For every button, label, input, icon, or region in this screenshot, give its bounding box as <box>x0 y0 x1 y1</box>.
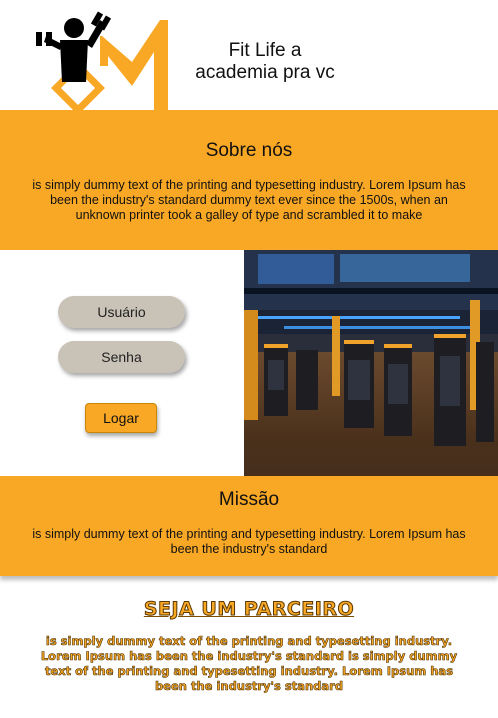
partner-title[interactable]: SEJA UM PARCEIRO <box>0 598 498 621</box>
brand-name: Fit Life a academia pra vc <box>180 40 350 84</box>
about-section: Sobre nós is simply dummy text of the pr… <box>0 110 498 250</box>
mission-title: Missão <box>218 489 280 510</box>
login-gallery-section: Usuário Senha Logar <box>0 250 498 476</box>
mission-text: is simply dummy text of the printing and… <box>32 527 466 556</box>
about-title: Sobre nós <box>205 140 293 161</box>
gym-photo <box>244 250 498 476</box>
about-text: is simply dummy text of the printing and… <box>32 178 466 222</box>
partner-section: SEJA UM PARCEIRO is simply dummy text of… <box>0 590 498 718</box>
site-header: Fit Life a academia pra vc <box>0 0 498 110</box>
username-field[interactable]: Usuário <box>58 296 185 328</box>
login-button[interactable]: Logar <box>85 403 157 433</box>
logo-icon[interactable] <box>32 6 172 110</box>
login-panel: Usuário Senha Logar <box>0 250 242 476</box>
partner-text: is simply dummy text of the printing and… <box>40 634 458 694</box>
mission-section: Missão is simply dummy text of the print… <box>0 476 498 576</box>
brand-line-2: academia pra vc <box>195 62 335 83</box>
password-field[interactable]: Senha <box>58 341 185 373</box>
brand-line-1: Fit Life a <box>228 40 302 61</box>
